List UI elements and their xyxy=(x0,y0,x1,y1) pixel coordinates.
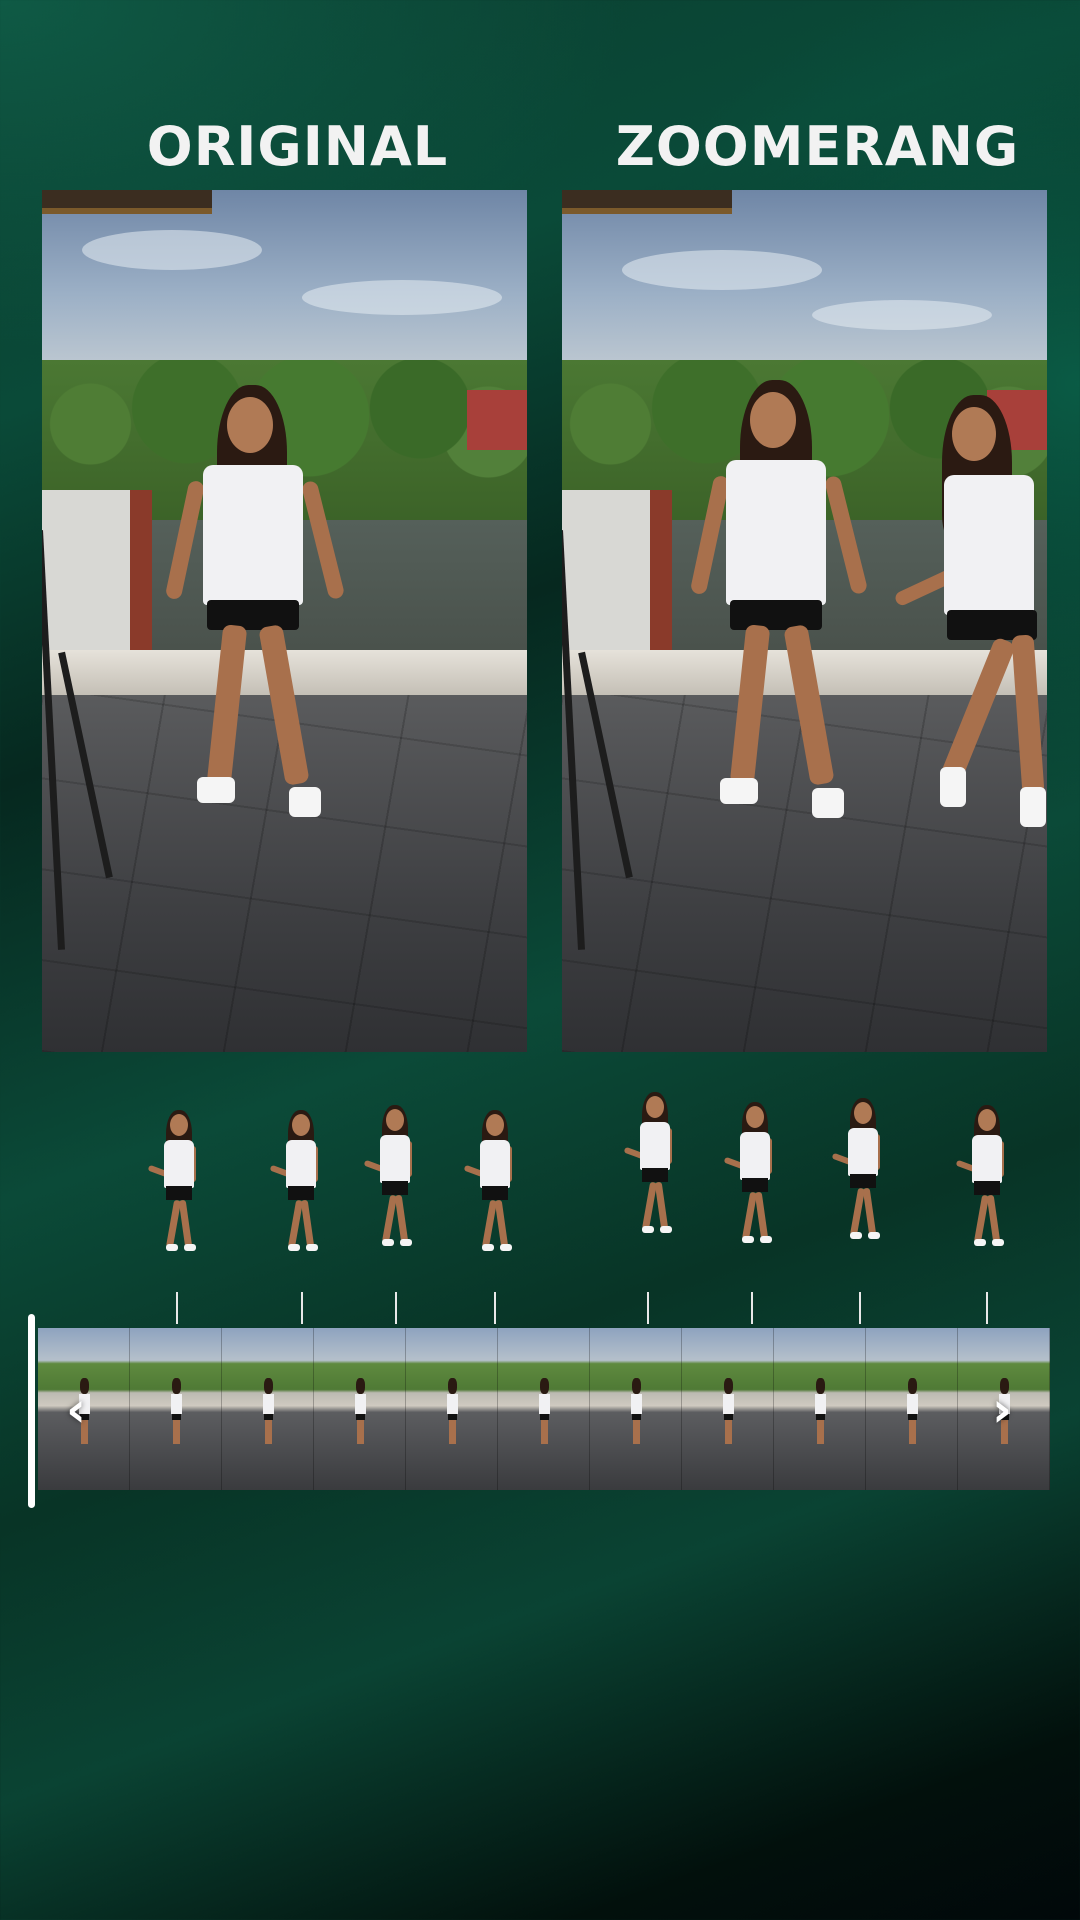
motion-frame-figure xyxy=(723,1102,784,1292)
frame-marker xyxy=(751,1292,753,1324)
zoomerang-title: ZOOMERANG xyxy=(615,115,1020,178)
timeline-frame xyxy=(314,1328,406,1490)
timeline-frame xyxy=(682,1328,774,1490)
original-scene xyxy=(42,190,527,1052)
video-timeline[interactable] xyxy=(38,1328,1052,1490)
original-video-preview[interactable] xyxy=(42,190,527,1052)
timeline-frame xyxy=(406,1328,498,1490)
timeline-frame xyxy=(590,1328,682,1490)
motion-frames-row xyxy=(0,1080,1080,1300)
frame-marker xyxy=(301,1292,303,1324)
frame-marker xyxy=(859,1292,861,1324)
original-title: ORIGINAL xyxy=(146,115,449,178)
motion-frame-figure xyxy=(463,1110,524,1300)
dancer-figure xyxy=(689,380,869,830)
frame-marker xyxy=(986,1292,988,1324)
zoomerang-video-preview[interactable] xyxy=(562,190,1047,1052)
motion-frame-figure xyxy=(147,1110,208,1300)
motion-frame-figure xyxy=(363,1105,424,1295)
frame-marker xyxy=(176,1292,178,1324)
motion-frame-figure xyxy=(623,1092,684,1282)
motion-frame-figure xyxy=(955,1105,1016,1295)
chevron-right-icon[interactable]: › xyxy=(980,1386,1024,1434)
timeline-frame xyxy=(866,1328,958,1490)
timeline-frame xyxy=(774,1328,866,1490)
motion-frame-figure xyxy=(831,1098,892,1288)
timeline-frame xyxy=(130,1328,222,1490)
frame-marker xyxy=(494,1292,496,1324)
timeline-playhead[interactable] xyxy=(28,1314,35,1508)
motion-frame-figure xyxy=(269,1110,330,1300)
timeline-frame xyxy=(222,1328,314,1490)
dancer-figure xyxy=(164,385,346,825)
dancer-figure xyxy=(892,395,1047,835)
timeline-frame xyxy=(498,1328,590,1490)
zoomerang-scene xyxy=(562,190,1047,1052)
chevron-left-icon[interactable]: ‹ xyxy=(54,1386,98,1434)
frame-marker xyxy=(395,1292,397,1324)
frame-marker xyxy=(647,1292,649,1324)
